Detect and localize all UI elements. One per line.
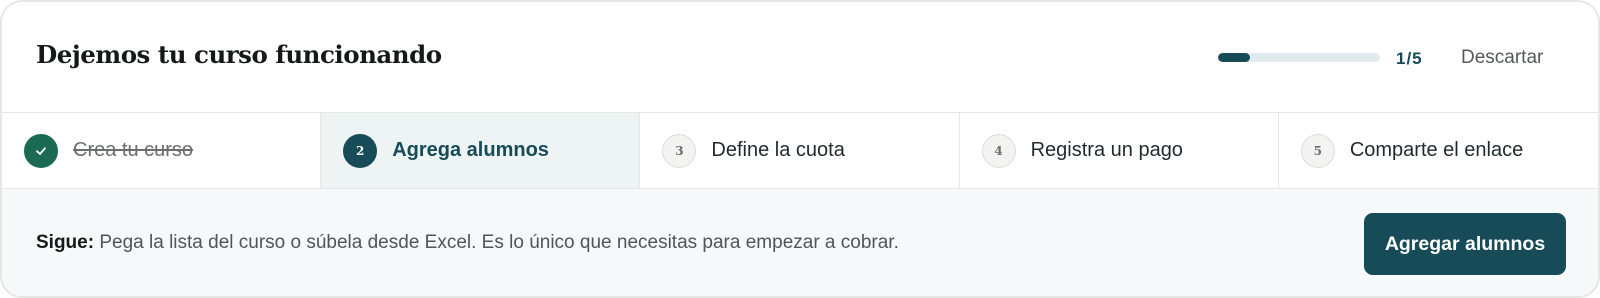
progress-bar-fill	[1218, 53, 1251, 62]
dismiss-link[interactable]: Descartar	[1461, 47, 1543, 69]
step-number-badge: 2	[343, 133, 378, 168]
step-number-badge: 3	[662, 133, 697, 168]
step-number-badge: 5	[1300, 133, 1335, 168]
step-register-payment[interactable]: 4 Registra un pago	[960, 113, 1279, 188]
onboarding-header: Dejemos tu curso funcionando 1/5 Descart…	[2, 2, 1598, 112]
step-number-badge: 4	[981, 133, 1016, 168]
step-label: Crea tu curso	[73, 139, 194, 161]
steps-row: Crea tu curso 2 Agrega alumnos 3 Define …	[2, 112, 1598, 189]
progress-bar	[1218, 53, 1380, 62]
progress-count: 1/5	[1396, 49, 1423, 68]
check-icon	[24, 133, 58, 168]
step-label: Define la cuota	[711, 139, 845, 161]
step-define-fee[interactable]: 3 Define la cuota	[640, 113, 960, 188]
step-add-students[interactable]: 2 Agrega alumnos	[321, 113, 641, 188]
next-step-footer: Sigue: Pega la lista del curso o súbela …	[2, 189, 1598, 296]
add-students-button[interactable]: Agregar alumnos	[1364, 213, 1566, 275]
page-title: Dejemos tu curso funcionando	[36, 40, 442, 69]
step-label: Registra un pago	[1030, 139, 1183, 161]
hint-text: Pega la lista del curso o súbela desde E…	[99, 232, 899, 253]
step-create-course[interactable]: Crea tu curso	[2, 113, 322, 188]
step-share-link[interactable]: 5 Comparte el enlace	[1279, 113, 1598, 188]
next-step-hint: Sigue: Pega la lista del curso o súbela …	[36, 232, 899, 254]
onboarding-card: Dejemos tu curso funcionando 1/5 Descart…	[0, 0, 1600, 298]
step-label: Agrega alumnos	[392, 139, 549, 161]
step-label: Comparte el enlace	[1349, 139, 1524, 161]
hint-prefix: Sigue:	[36, 232, 95, 253]
